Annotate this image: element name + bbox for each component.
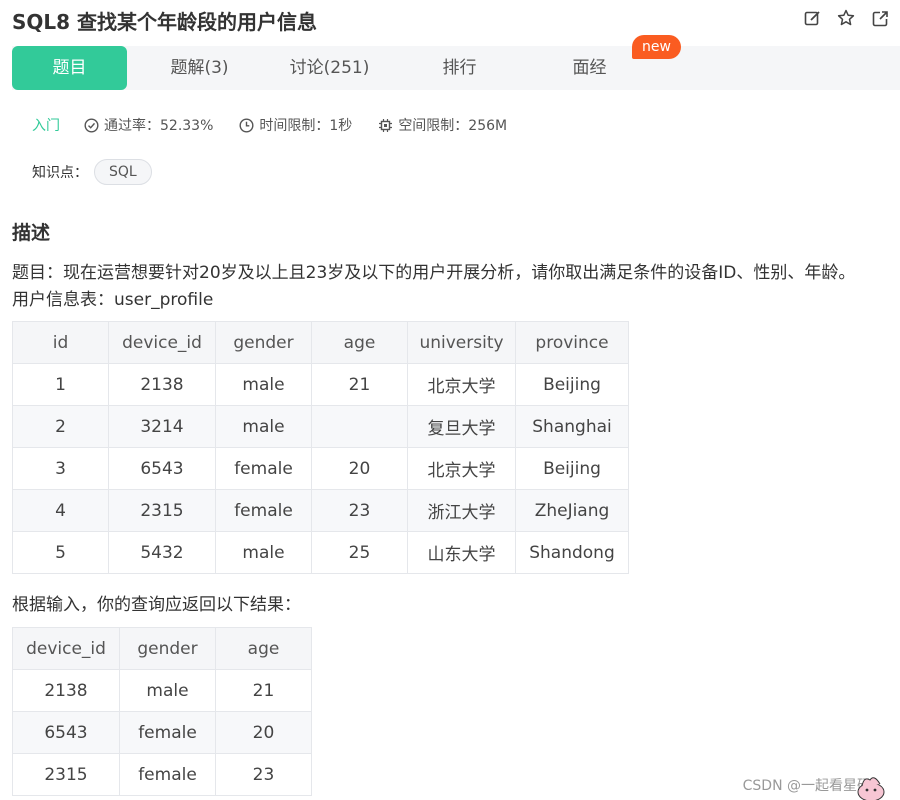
table-row: 4 2315 female 23 浙江大学 ZheJiang — [12, 489, 629, 532]
new-badge: new — [632, 35, 681, 59]
space-limit: 空间限制：256M — [378, 115, 507, 135]
star-icon[interactable] — [836, 8, 856, 28]
table-cell — [311, 405, 408, 448]
table-cell: female — [119, 753, 216, 796]
table-row: 5 5432 male 25 山东大学 Shandong — [12, 531, 629, 574]
tab-problem[interactable]: 题目 — [12, 46, 127, 90]
table-cell: 浙江大学 — [407, 489, 516, 532]
description-text: 题目：现在运营想要针对20岁及以上且23岁及以下的用户开展分析，请你取出满足条件… — [12, 263, 856, 283]
column-header: device_id — [12, 627, 120, 670]
table-cell: Shanghai — [515, 405, 629, 448]
pass-rate: 通过率：52.33% — [84, 115, 213, 135]
mascot-icon — [857, 777, 885, 800]
table-cell: male — [215, 405, 312, 448]
problem-meta: 入门 通过率：52.33% 时间限制：1秒 空间限制：256M — [32, 114, 533, 136]
table-cell: male — [215, 531, 312, 574]
share-icon[interactable] — [870, 8, 890, 28]
column-header: province — [515, 321, 629, 364]
result-table: device_id gender age 2138 male 21 6543 f… — [12, 627, 312, 796]
table-cell: ZheJiang — [515, 489, 629, 532]
tag-sql[interactable]: SQL — [94, 159, 152, 185]
table-cell: Beijing — [515, 447, 629, 490]
pass-rate-text: 通过率：52.33% — [104, 118, 214, 134]
knowledge-label: 知识点： — [32, 165, 88, 181]
table-cell: 1 — [12, 363, 109, 406]
table-cell: 5432 — [108, 531, 216, 574]
table-row: 2138 male 21 — [12, 669, 312, 712]
table-cell: Beijing — [515, 363, 629, 406]
edit-icon[interactable] — [802, 8, 822, 28]
tab-discussion[interactable]: 讨论(251) — [277, 46, 382, 90]
table-cell: 山东大学 — [407, 531, 516, 574]
table-cell: female — [215, 489, 312, 532]
description-heading: 描述 — [12, 222, 51, 244]
table-cell: 2315 — [108, 489, 216, 532]
table-row: 1 2138 male 21 北京大学 Beijing — [12, 363, 629, 406]
table-cell: male — [119, 669, 216, 712]
title-bar: SQL8 查找某个年龄段的用户信息 — [0, 0, 900, 40]
table-cell: Shandong — [515, 531, 629, 574]
table-cell: 北京大学 — [407, 363, 516, 406]
table-cell: 3 — [12, 447, 109, 490]
check-circle-icon — [84, 117, 99, 133]
time-limit-text: 时间限制：1秒 — [259, 118, 353, 134]
time-limit: 时间限制：1秒 — [239, 115, 352, 135]
difficulty-level: 入门 — [32, 118, 60, 134]
table-cell: 6543 — [12, 711, 120, 754]
table-cell: 20 — [311, 447, 408, 490]
table-cell: 复旦大学 — [407, 405, 516, 448]
table-cell: 21 — [215, 669, 312, 712]
tab-bar: 题目 题解(3) 讨论(251) 排行 面经 — [12, 46, 900, 90]
chip-icon — [379, 118, 393, 132]
result-intro-text: 根据输入，你的查询应返回以下结果： — [12, 595, 301, 615]
table-cell: female — [119, 711, 216, 754]
table-header-row: device_id gender age — [12, 627, 312, 670]
table-cell: 3214 — [108, 405, 216, 448]
table-cell: female — [215, 447, 312, 490]
user-profile-table: id device_id gender age university provi… — [12, 321, 629, 574]
column-header: id — [12, 321, 109, 364]
tab-interview[interactable]: 面经 — [547, 46, 632, 90]
column-header: age — [215, 627, 312, 670]
table-cell: 2138 — [108, 363, 216, 406]
tab-solutions[interactable]: 题解(3) — [152, 46, 247, 90]
column-header: device_id — [108, 321, 216, 364]
table-cell: 2 — [12, 405, 109, 448]
title-actions — [802, 8, 890, 28]
knowledge-points: 知识点： SQL — [32, 159, 152, 185]
table-row: 6543 female 20 — [12, 711, 312, 754]
space-limit-text: 空间限制：256M — [398, 118, 508, 134]
column-header: age — [311, 321, 408, 364]
table-cell: 6543 — [108, 447, 216, 490]
table-cell: 4 — [12, 489, 109, 532]
table-cell: 23 — [215, 753, 312, 796]
table-cell: 20 — [215, 711, 312, 754]
column-header: gender — [215, 321, 312, 364]
clock-icon — [239, 117, 254, 133]
table-cell: 2138 — [12, 669, 120, 712]
column-header: university — [407, 321, 516, 364]
tab-ranking[interactable]: 排行 — [417, 46, 502, 90]
column-header: gender — [119, 627, 216, 670]
table-name-text: 用户信息表：user_profile — [12, 290, 214, 310]
table-cell: 北京大学 — [407, 447, 516, 490]
table-header-row: id device_id gender age university provi… — [12, 321, 629, 364]
table-cell: male — [215, 363, 312, 406]
table-cell: 5 — [12, 531, 109, 574]
table-row: 2 3214 male 复旦大学 Shanghai — [12, 405, 629, 448]
table-cell: 2315 — [12, 753, 120, 796]
table-cell: 23 — [311, 489, 408, 532]
page-title: SQL8 查找某个年龄段的用户信息 — [12, 10, 318, 34]
table-cell: 25 — [311, 531, 408, 574]
table-cell: 21 — [311, 363, 408, 406]
table-row: 3 6543 female 20 北京大学 Beijing — [12, 447, 629, 490]
table-row: 2315 female 23 — [12, 753, 312, 796]
